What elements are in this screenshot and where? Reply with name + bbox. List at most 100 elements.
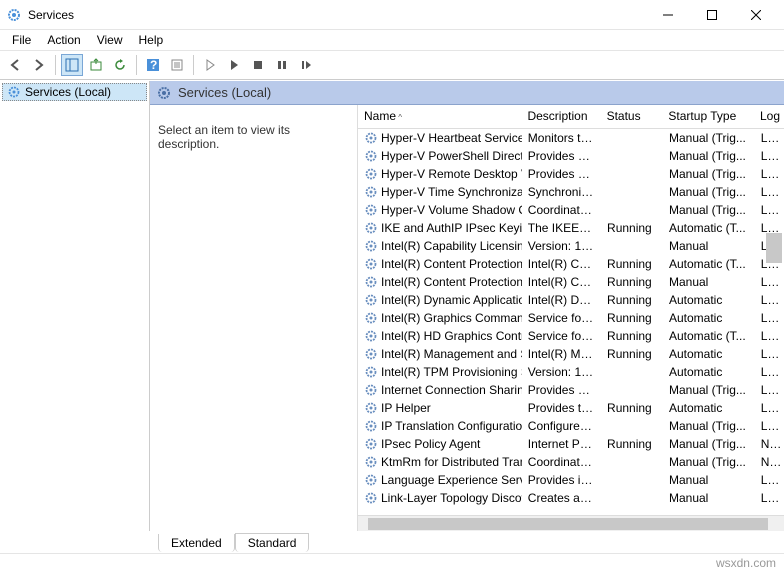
menu-view[interactable]: View [89,31,131,49]
toolbar-sep [193,55,194,75]
column-name[interactable]: Name [358,105,521,128]
service-icon [364,383,378,397]
service-row[interactable]: Intel(R) Capability Licensing...Version:… [358,237,784,255]
properties-button[interactable] [166,54,188,76]
service-name: Intel(R) Content Protection ... [381,275,522,289]
toolbar-sep [136,55,137,75]
service-status: Running [601,329,663,343]
tree-root[interactable]: Services (Local) [2,83,147,101]
services-icon [6,7,22,23]
service-row[interactable]: Internet Connection Sharin...Provides ne… [358,381,784,399]
service-startup: Manual (Trig... [663,167,755,181]
services-list: Name Description Status Startup Type Log… [357,105,784,531]
menu-file[interactable]: File [4,31,39,49]
column-logon[interactable]: Log [754,105,784,128]
horizontal-scrollbar[interactable] [358,515,784,531]
play-button[interactable] [223,54,245,76]
maximize-button[interactable] [690,0,734,30]
service-row[interactable]: Hyper-V Time Synchronizati...Synchronize… [358,183,784,201]
service-row[interactable]: Intel(R) Content Protection ...Intel(R) … [358,255,784,273]
svg-text:?: ? [150,58,157,72]
service-desc: Provides tu... [522,401,601,415]
column-status[interactable]: Status [601,105,663,128]
service-icon [364,347,378,361]
service-desc: Monitors th... [522,131,601,145]
service-startup: Manual (Trig... [663,149,755,163]
service-icon [364,167,378,181]
service-row[interactable]: Intel(R) Dynamic Applicatio...Intel(R) D… [358,291,784,309]
service-row[interactable]: Intel(R) TPM Provisioning S...Version: 1… [358,363,784,381]
service-desc: Provides ne... [522,383,601,397]
service-row[interactable]: IP Translation Configuratio...Configures… [358,417,784,435]
service-icon [364,149,378,163]
service-startup: Manual [663,473,755,487]
service-desc: Intel(R) Con... [522,275,601,289]
stop-button[interactable] [247,54,269,76]
service-icon [364,293,378,307]
refresh-button[interactable] [109,54,131,76]
tab-extended[interactable]: Extended [158,534,235,552]
service-logon: Loca [755,131,784,145]
service-row[interactable]: Hyper-V Heartbeat ServiceMonitors th...M… [358,129,784,147]
service-row[interactable]: KtmRm for Distributed Tran...Coordinates… [358,453,784,471]
service-name: Intel(R) HD Graphics Contro... [381,329,522,343]
service-icon [364,419,378,433]
menu-help[interactable]: Help [131,31,172,49]
pane-title: Services (Local) [178,85,271,100]
service-row[interactable]: Hyper-V Volume Shadow C...Coordinates...… [358,201,784,219]
export-button[interactable] [85,54,107,76]
minimize-button[interactable] [646,0,690,30]
service-desc: Service for I... [522,311,601,325]
description-text: Select an item to view its description. [158,123,290,151]
service-icon [364,221,378,235]
footer: wsxdn.com [0,553,784,573]
service-desc: Coordinates... [522,203,601,217]
column-startup[interactable]: Startup Type [662,105,754,128]
service-name: IKE and AuthIP IPsec Keying... [381,221,522,235]
service-startup: Automatic (T... [663,257,755,271]
service-row[interactable]: Intel(R) Content Protection ...Intel(R) … [358,273,784,291]
service-row[interactable]: Intel(R) Management and S...Intel(R) Ma.… [358,345,784,363]
pane-header: Services (Local) [150,81,784,105]
toolbar: ? [0,50,784,80]
bottom-tabs: Extended Standard [0,531,784,553]
service-row[interactable]: IKE and AuthIP IPsec Keying...The IKEEXT… [358,219,784,237]
service-row[interactable]: Intel(R) Graphics Command...Service for … [358,309,784,327]
service-name: Link-Layer Topology Discov... [381,491,522,505]
titlebar: Services [0,0,784,30]
service-name: Intel(R) Graphics Command... [381,311,522,325]
service-row[interactable]: Link-Layer Topology Discov...Creates a N… [358,489,784,507]
service-row[interactable]: Language Experience ServiceProvides inf.… [358,471,784,489]
vertical-scrollbar[interactable] [766,163,782,483]
pause-button[interactable] [271,54,293,76]
service-desc: Internet Pro... [522,437,601,451]
menu-action[interactable]: Action [39,31,88,49]
service-startup: Automatic (T... [663,221,755,235]
service-desc: Creates a N... [522,491,601,505]
service-row[interactable]: Hyper-V Remote Desktop Vi...Provides a p… [358,165,784,183]
start-button[interactable] [199,54,221,76]
service-icon [364,203,378,217]
service-status: Running [601,257,663,271]
service-logon: Loca [755,491,784,505]
show-hide-tree-button[interactable] [61,54,83,76]
service-row[interactable]: IP HelperProvides tu...RunningAutomaticL… [358,399,784,417]
service-startup: Manual (Trig... [663,383,755,397]
service-desc: The IKEEXT ... [522,221,601,235]
back-button[interactable] [4,54,26,76]
service-name: Intel(R) Dynamic Applicatio... [381,293,522,307]
help-button[interactable]: ? [142,54,164,76]
column-description[interactable]: Description [521,105,600,128]
service-row[interactable]: Hyper-V PowerShell Direct ...Provides a … [358,147,784,165]
content-area: Services (Local) Services (Local) Select… [0,80,784,531]
service-row[interactable]: IPsec Policy AgentInternet Pro...Running… [358,435,784,453]
service-row[interactable]: Intel(R) HD Graphics Contro...Service fo… [358,327,784,345]
tab-standard[interactable]: Standard [235,533,310,552]
close-button[interactable] [734,0,778,30]
service-icon [364,491,378,505]
list-header: Name Description Status Startup Type Log [358,105,784,129]
service-startup: Manual (Trig... [663,203,755,217]
service-name: IP Translation Configuratio... [381,419,522,433]
forward-button[interactable] [28,54,50,76]
restart-button[interactable] [295,54,317,76]
